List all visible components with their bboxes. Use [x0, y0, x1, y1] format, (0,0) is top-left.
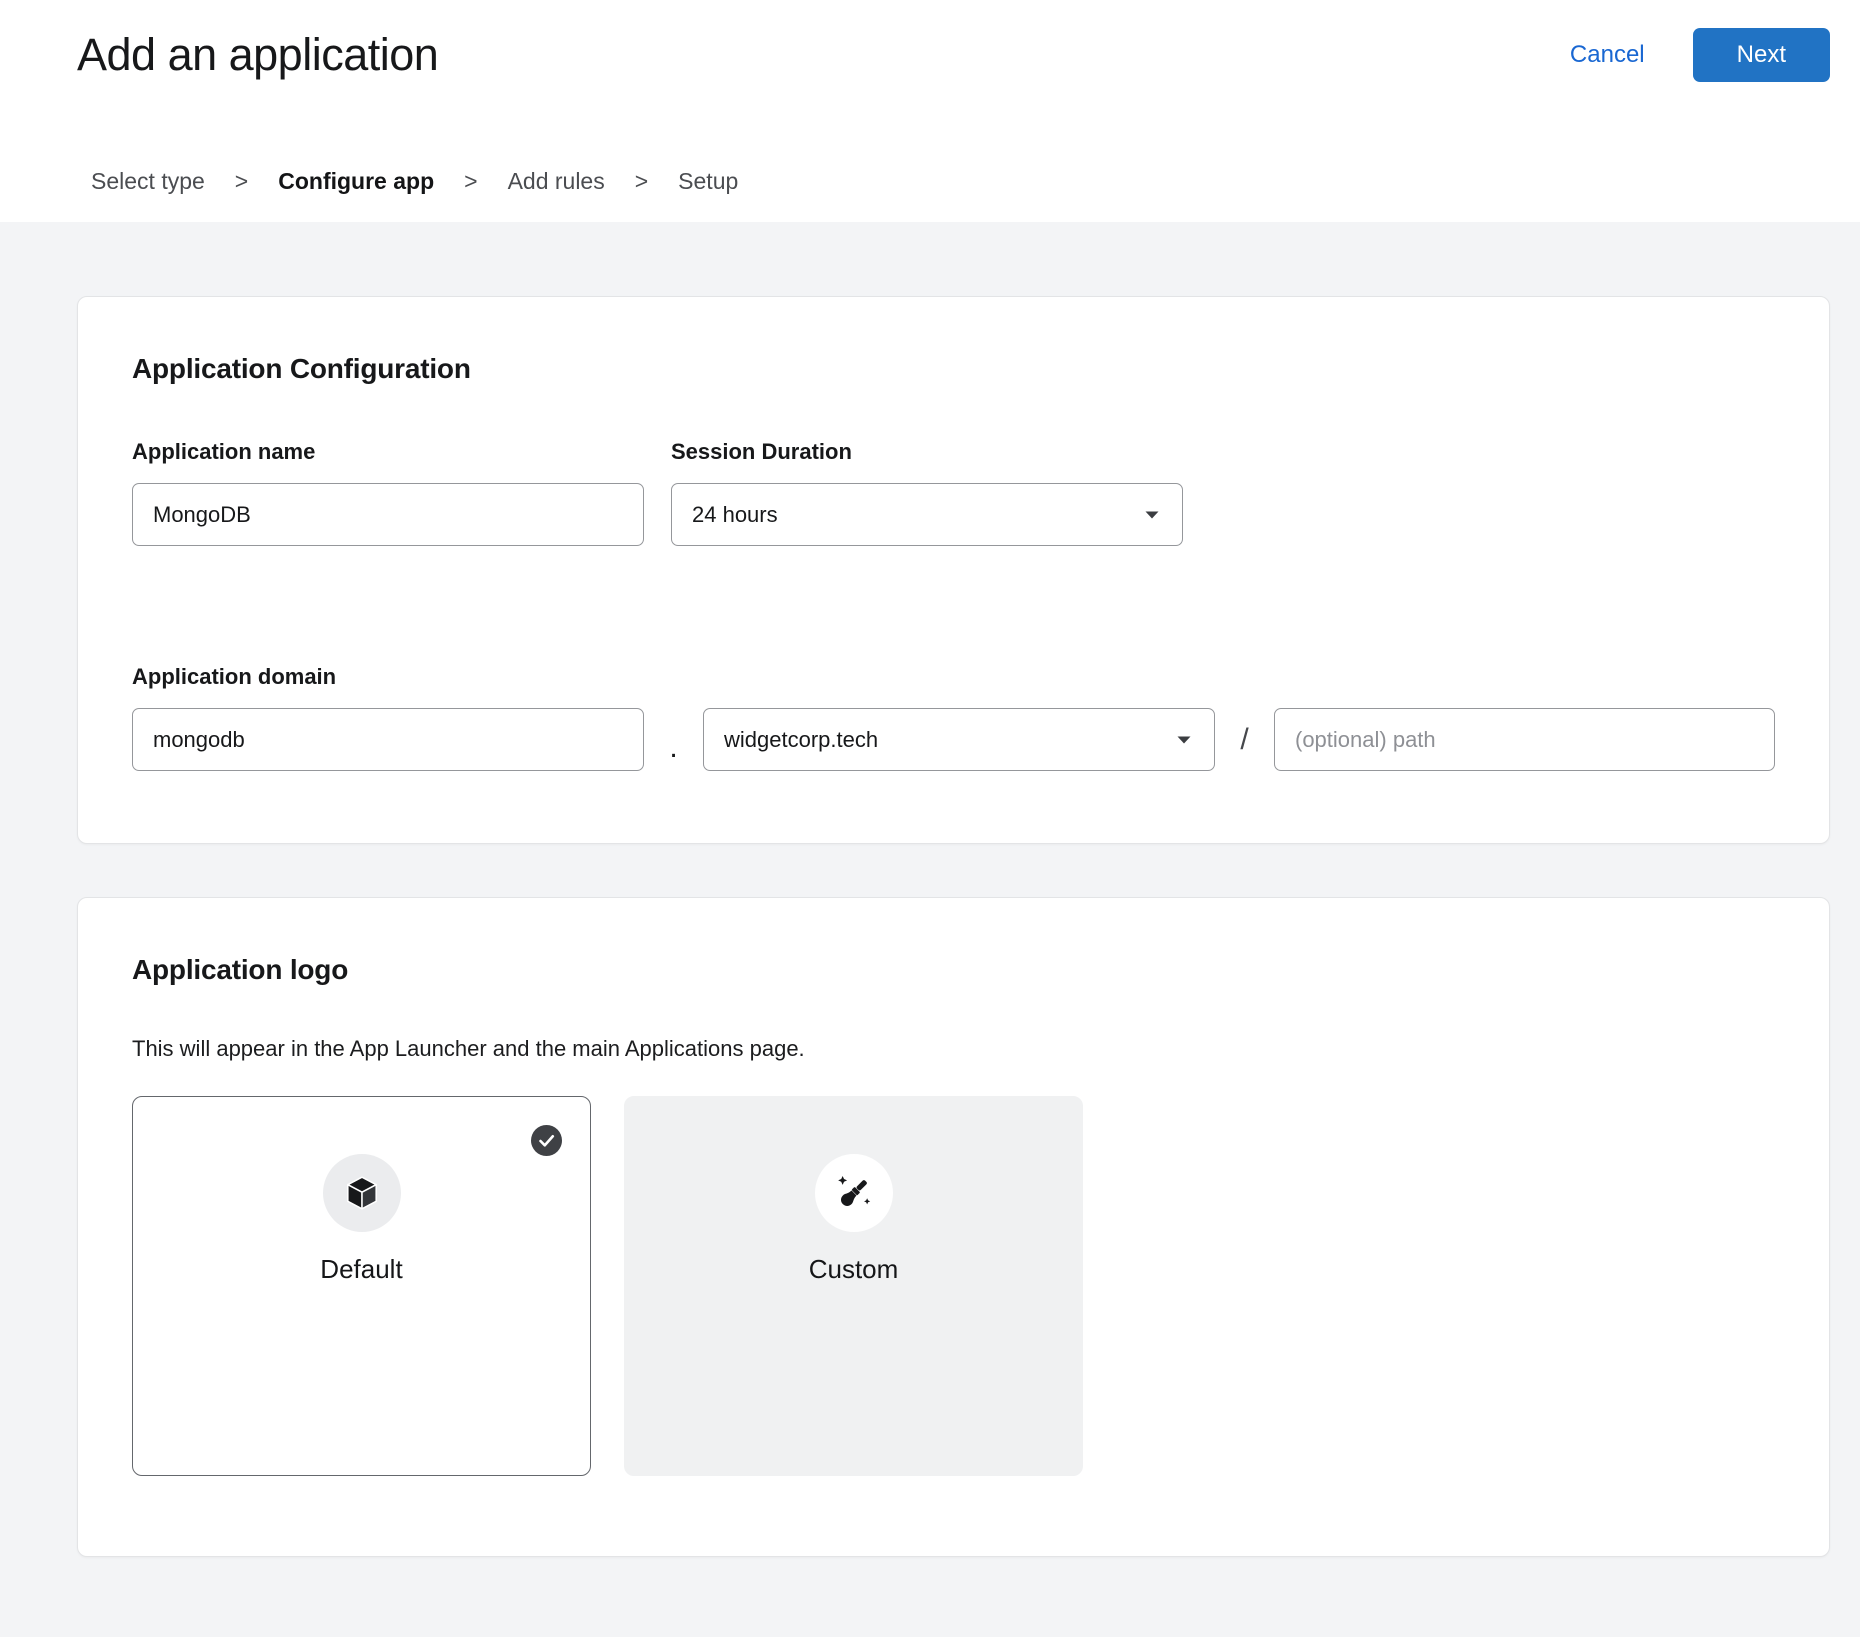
step-add-rules[interactable]: Add rules [508, 168, 605, 195]
name-session-row: Application name Session Duration 24 hou… [132, 439, 1775, 546]
page-header: Add an application Cancel Next Select ty… [0, 0, 1860, 222]
logo-option-custom-label: Custom [809, 1254, 899, 1285]
logo-option-default-label: Default [320, 1254, 402, 1285]
paintbrush-icon [815, 1154, 893, 1232]
check-icon [531, 1125, 562, 1156]
step-select-type[interactable]: Select type [91, 168, 205, 195]
domain-select-value: widgetcorp.tech [724, 727, 878, 753]
breadcrumb-separator: > [464, 168, 477, 195]
header-actions: Cancel Next [1570, 28, 1830, 82]
session-duration-select[interactable]: 24 hours [671, 483, 1183, 546]
logo-options: Default [132, 1096, 1775, 1476]
page-title: Add an application [77, 29, 438, 81]
application-domain-field: Application domain . widgetcorp.tech / [132, 664, 1775, 771]
cancel-button[interactable]: Cancel [1570, 41, 1645, 69]
application-logo-heading: Application logo [132, 954, 1775, 986]
domain-dot-separator: . [644, 731, 703, 765]
session-duration-value: 24 hours [692, 502, 778, 528]
application-name-input[interactable] [132, 483, 644, 546]
session-duration-label: Session Duration [671, 439, 1183, 465]
chevron-down-icon [1144, 510, 1160, 520]
cube-icon [323, 1154, 401, 1232]
breadcrumb: Select type > Configure app > Add rules … [91, 168, 1830, 222]
application-name-label: Application name [132, 439, 644, 465]
application-domain-label: Application domain [132, 664, 1775, 690]
application-name-field: Application name [132, 439, 644, 546]
application-logo-card: Application logo This will appear in the… [77, 897, 1830, 1557]
application-configuration-card: Application Configuration Application na… [77, 296, 1830, 844]
header-row: Add an application Cancel Next [77, 28, 1830, 82]
subdomain-input[interactable] [132, 708, 644, 771]
logo-option-custom[interactable]: Custom [624, 1096, 1083, 1476]
breadcrumb-separator: > [635, 168, 648, 195]
session-duration-field: Session Duration 24 hours [671, 439, 1183, 546]
application-configuration-heading: Application Configuration [132, 353, 1775, 385]
page-content: Application Configuration Application na… [0, 222, 1860, 1637]
step-setup[interactable]: Setup [678, 168, 738, 195]
domain-select[interactable]: widgetcorp.tech [703, 708, 1215, 771]
logo-option-default[interactable]: Default [132, 1096, 591, 1476]
next-button[interactable]: Next [1693, 28, 1830, 82]
path-input[interactable] [1274, 708, 1775, 771]
breadcrumb-separator: > [235, 168, 248, 195]
chevron-down-icon [1176, 735, 1192, 745]
domain-slash-separator: / [1215, 723, 1274, 757]
step-configure-app[interactable]: Configure app [278, 168, 434, 195]
application-domain-row: . widgetcorp.tech / [132, 708, 1775, 771]
application-logo-description: This will appear in the App Launcher and… [132, 1036, 1775, 1062]
